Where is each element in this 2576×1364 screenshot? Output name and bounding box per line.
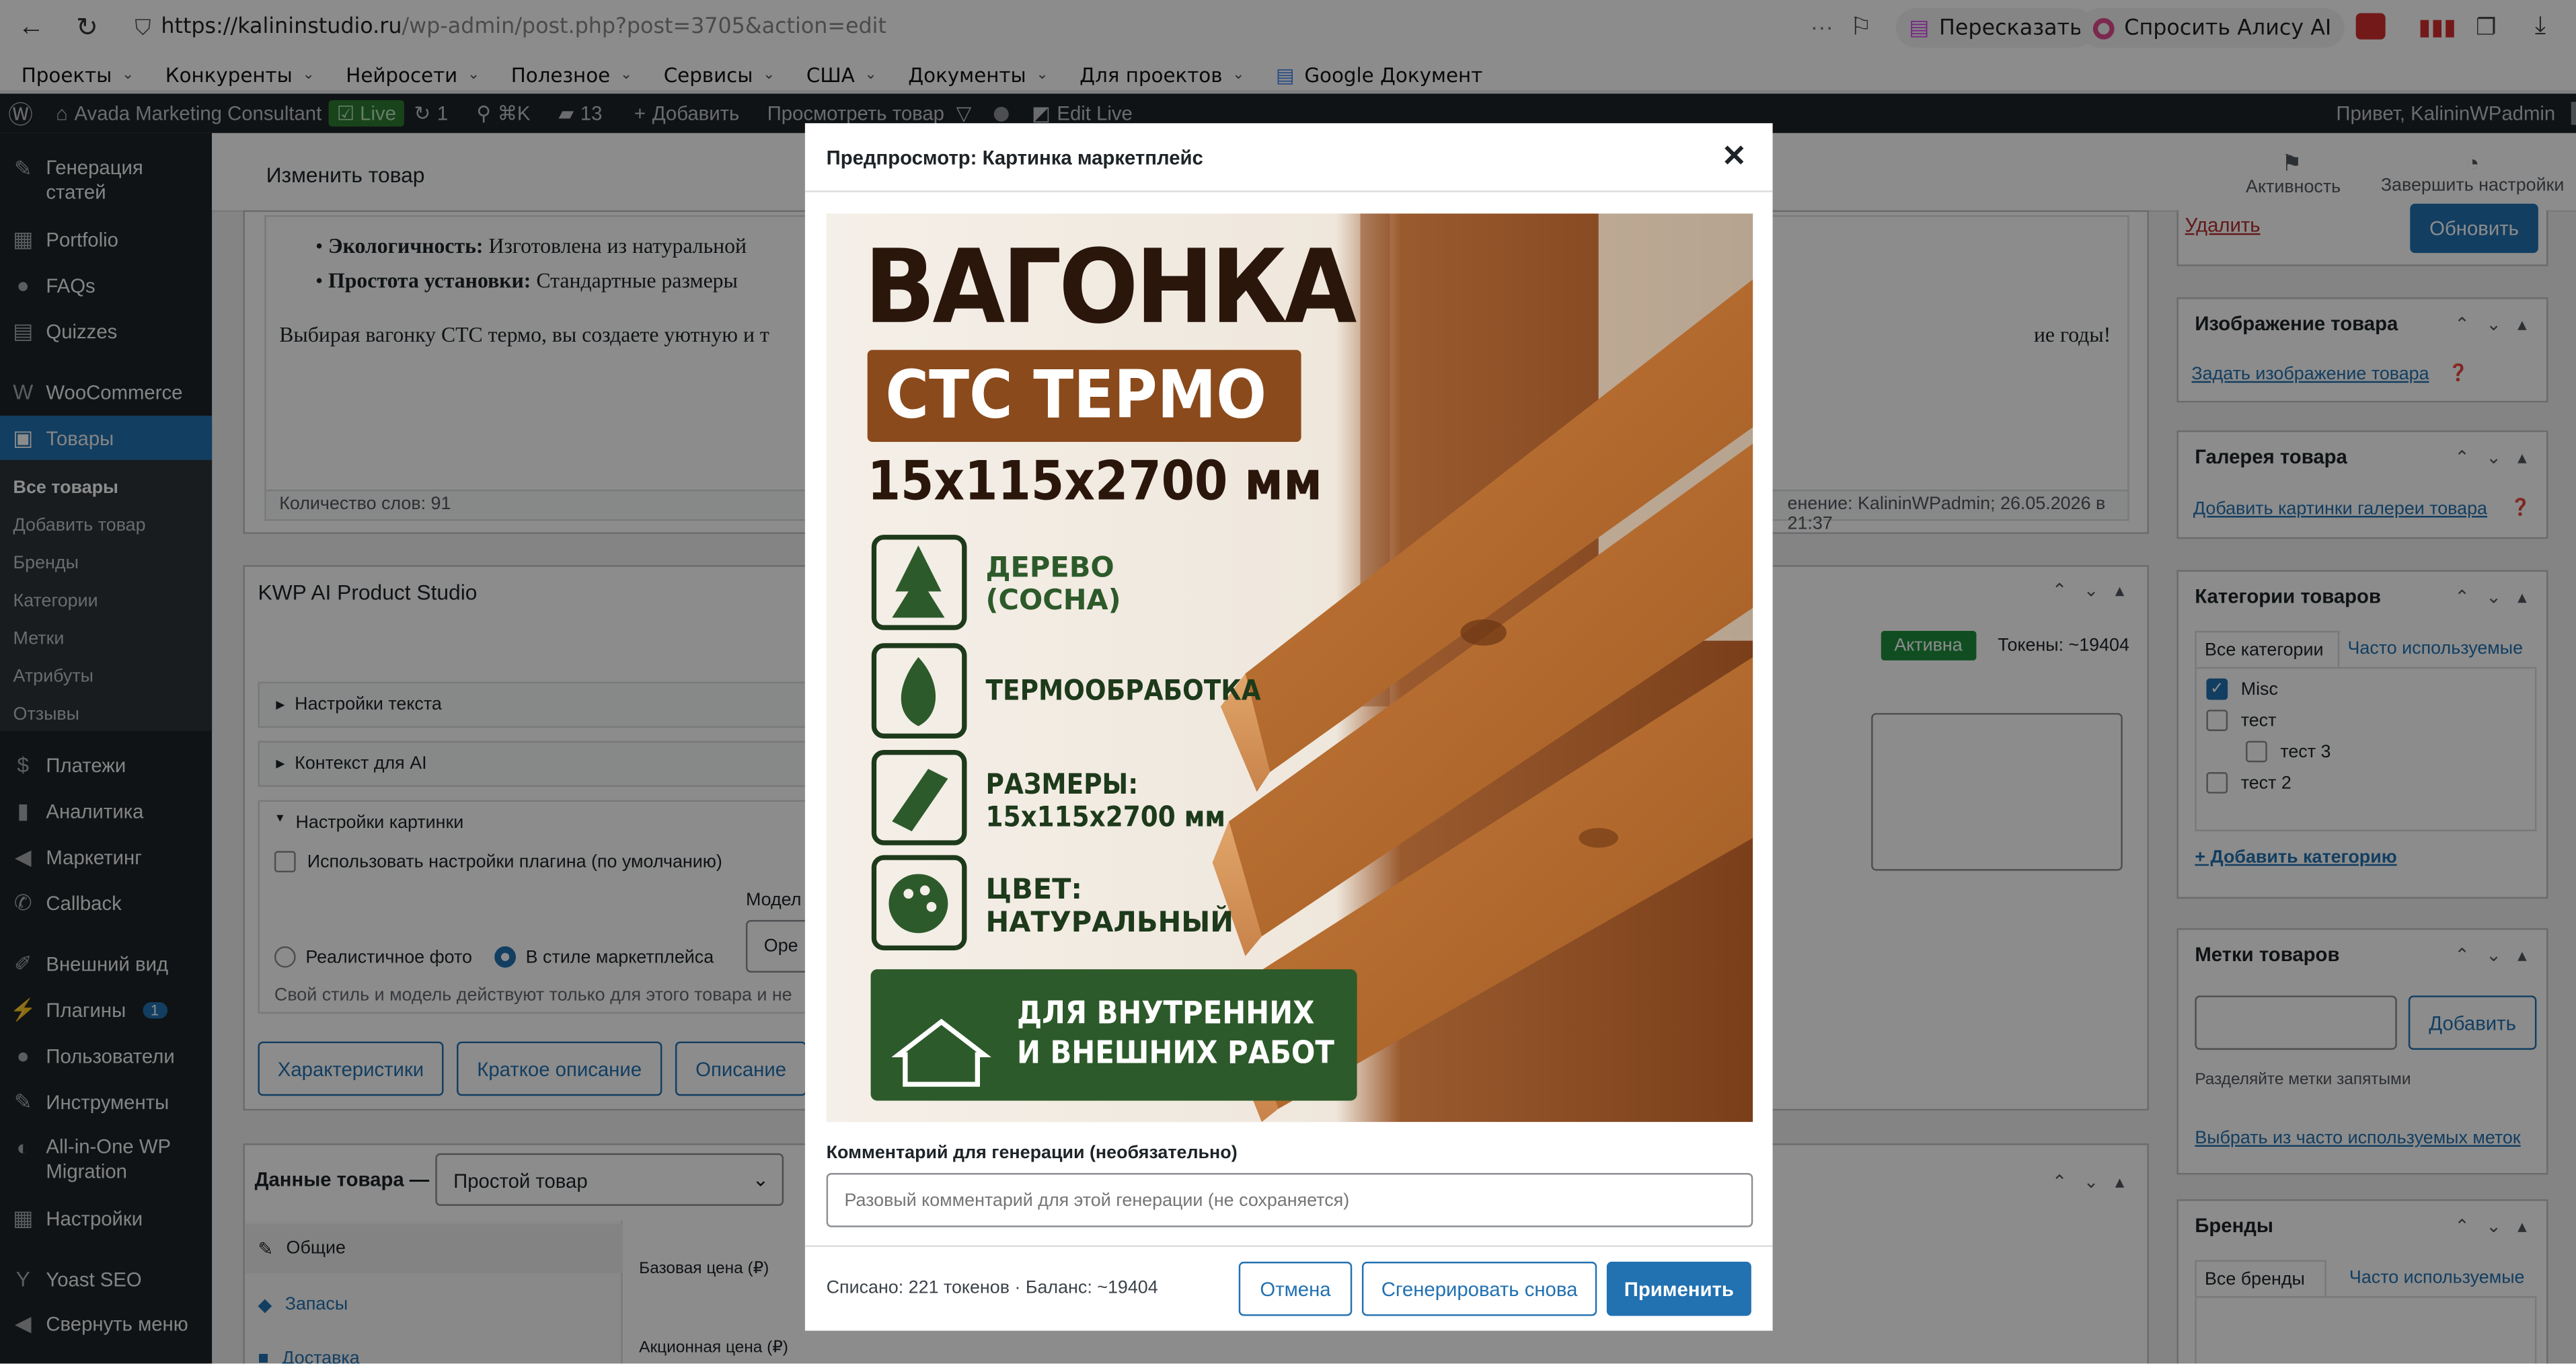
tokens-spent: Списано: 221 токенов · Баланс: ~19404 xyxy=(826,1278,1158,1298)
feature-color: ЦВЕТ: НАТУРАЛЬНЫЙ xyxy=(985,874,1234,940)
comment-input[interactable] xyxy=(826,1173,1753,1227)
modal-header: Предпросмотр: Картинка маркетплейс ✕ xyxy=(804,123,1773,192)
cancel-button[interactable]: Отмена xyxy=(1238,1261,1353,1316)
modal-title: Предпросмотр: Картинка маркетплейс xyxy=(826,146,1203,169)
poster-footer-text: ДЛЯ ВНУТРЕННИХ И ВНЕШНИХ РАБОТ xyxy=(1016,995,1334,1071)
palette-icon xyxy=(888,874,948,934)
generated-image: ВАГОНКА СТС ТЕРМО 15х115х2700 мм ДЕРЕВО … xyxy=(826,213,1753,1123)
poster-badge-text: СТС ТЕРМО xyxy=(885,358,1266,434)
poster-size: 15х115х2700 мм xyxy=(867,448,1323,513)
poster-graphic xyxy=(826,213,1753,1123)
regenerate-button[interactable]: Сгенерировать снова xyxy=(1361,1261,1597,1316)
preview-modal: Предпросмотр: Картинка маркетплейс ✕ ВАГ… xyxy=(804,123,1773,1331)
poster-headline: ВАГОНКА xyxy=(864,227,1357,347)
feature-heat: ТЕРМООБРАБОТКА xyxy=(985,675,1261,708)
feature-wood: ДЕРЕВО (СОСНА) xyxy=(985,552,1121,618)
comment-label: Комментарий для генерации (необязательно… xyxy=(826,1143,1238,1164)
feature-size: РАЗМЕРЫ: 15х115х2700 мм xyxy=(985,769,1225,835)
close-icon[interactable]: ✕ xyxy=(1722,140,1747,174)
apply-button[interactable]: Применить xyxy=(1606,1261,1751,1316)
modal-footer: Списано: 221 токенов · Баланс: ~19404 От… xyxy=(804,1245,1773,1330)
